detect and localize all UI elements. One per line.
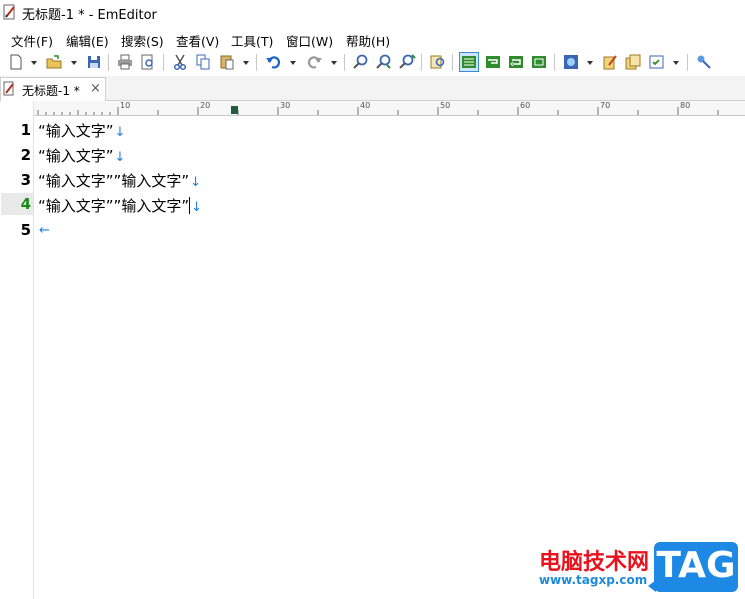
- undo-icon[interactable]: [264, 53, 282, 71]
- text-line[interactable]: “输入文字”↓: [38, 120, 125, 141]
- emeditor-app-icon[interactable]: [3, 4, 17, 20]
- encoding-dropdown-arrow[interactable]: [587, 61, 593, 65]
- menu-file[interactable]: 文件(F): [11, 31, 53, 50]
- line-number: 2: [20, 146, 31, 164]
- cut-icon[interactable]: [171, 53, 189, 71]
- copy-icon[interactable]: [194, 53, 212, 71]
- ruler-mark: 50: [440, 101, 451, 110]
- edit-config-icon[interactable]: [601, 53, 619, 71]
- tab-untitled-1[interactable]: 无标题-1 * ×: [0, 77, 106, 101]
- toolbar-separator: [108, 54, 109, 71]
- toolbar-separator: [344, 54, 345, 71]
- end-of-file-mark-icon: ←: [39, 223, 50, 238]
- newline-mark-icon: ↓: [114, 150, 126, 165]
- open-dropdown-arrow[interactable]: [71, 61, 77, 65]
- ruler-mark: 30: [280, 101, 291, 110]
- redo-icon[interactable]: [306, 53, 324, 71]
- watermark-site-name: 电脑技术网: [539, 550, 650, 575]
- toolbar-separator: [256, 54, 257, 71]
- toolbar-separator: [452, 54, 453, 71]
- word-wrap-none-icon[interactable]: [459, 52, 479, 72]
- new-file-icon[interactable]: [7, 53, 25, 71]
- line-text: “输入文字””输入文字”: [38, 172, 190, 190]
- text-line[interactable]: ←: [38, 220, 50, 238]
- macro-dropdown-arrow[interactable]: [673, 61, 679, 65]
- wrap-by-page-icon[interactable]: [530, 53, 548, 71]
- ruler-caret-marker: [231, 106, 238, 114]
- ruler-mark: 60: [520, 101, 531, 110]
- toolbar-separator: [421, 54, 422, 71]
- newline-mark-icon: ↓: [114, 125, 126, 140]
- line-number: 3: [20, 171, 31, 189]
- open-folder-icon[interactable]: [45, 53, 63, 71]
- title-bar: 无标题-1 * - EmEditor: [0, 0, 745, 26]
- line-number-gutter: 1 2 3 4 5: [0, 101, 34, 599]
- newline-mark-icon: ↓: [190, 175, 201, 190]
- column-ruler: 10 20 30 40 50 60 70 80: [34, 101, 745, 116]
- menu-help[interactable]: 帮助(H): [346, 31, 390, 50]
- current-line-number: 4: [1, 193, 33, 215]
- find-previous-icon[interactable]: [398, 53, 416, 71]
- menu-view[interactable]: 查看(V): [176, 31, 219, 50]
- text-line[interactable]: “输入文字”↓: [38, 145, 125, 166]
- text-line[interactable]: “输入文字””输入文字”↓: [38, 170, 201, 191]
- new-dropdown-arrow[interactable]: [31, 61, 37, 65]
- line-number: 5: [20, 221, 31, 239]
- text-editor-area[interactable]: “输入文字”↓ “输入文字”↓ “输入文字””输入文字”↓ “输入文字””输入文…: [35, 116, 745, 599]
- menu-search[interactable]: 搜索(S): [121, 31, 164, 50]
- toolbar-separator: [554, 54, 555, 71]
- print-preview-icon[interactable]: [139, 53, 157, 71]
- newline-mark-icon: ↓: [191, 200, 202, 215]
- current-text-line[interactable]: “输入文字””输入文字” ↓: [38, 195, 202, 216]
- encoding-icon[interactable]: [562, 53, 580, 71]
- redo-dropdown-arrow[interactable]: [331, 61, 337, 65]
- watermark-tag-logo: TAG: [648, 542, 738, 592]
- document-icon: [3, 81, 16, 96]
- toolbar: [0, 50, 745, 76]
- find-icon[interactable]: [352, 53, 370, 71]
- find-next-icon[interactable]: [375, 53, 393, 71]
- close-tab-icon[interactable]: ×: [90, 81, 101, 96]
- ruler-mark: 70: [600, 101, 611, 110]
- ruler-mark: 10: [120, 101, 131, 110]
- line-text: “输入文字”: [38, 147, 114, 165]
- macro-checklist-icon[interactable]: [648, 53, 666, 71]
- tab-label: 无标题-1 *: [22, 84, 80, 98]
- paste-icon[interactable]: [218, 53, 236, 71]
- text-caret: [189, 197, 191, 214]
- print-icon[interactable]: [116, 53, 134, 71]
- paste-dropdown-arrow[interactable]: [243, 61, 249, 65]
- wrap-by-window-icon[interactable]: [507, 53, 525, 71]
- window-title: 无标题-1 * - EmEditor: [22, 8, 157, 23]
- line-text: “输入文字””输入文字”: [38, 197, 190, 215]
- tag-logo-text: TAG: [656, 545, 736, 586]
- ruler-mark: 40: [360, 101, 371, 110]
- tools-pin-icon[interactable]: [695, 53, 713, 71]
- menu-edit[interactable]: 编辑(E): [66, 31, 109, 50]
- line-text: “输入文字”: [38, 122, 114, 140]
- ruler-mark: 20: [200, 101, 211, 110]
- menu-window[interactable]: 窗口(W): [286, 31, 333, 50]
- config-properties-icon[interactable]: [624, 53, 642, 71]
- save-icon[interactable]: [85, 53, 103, 71]
- find-in-files-icon[interactable]: [429, 53, 447, 71]
- ruler-mark: 80: [680, 101, 691, 110]
- undo-dropdown-arrow[interactable]: [290, 61, 296, 65]
- document-tab-bar: 无标题-1 * ×: [0, 76, 745, 101]
- ruler-ticks: [37, 107, 719, 115]
- wrap-by-chars-icon[interactable]: [484, 53, 502, 71]
- line-number: 1: [20, 121, 31, 139]
- watermark-url: www.tagxp.com: [539, 573, 648, 587]
- toolbar-separator: [163, 54, 164, 71]
- toolbar-separator: [687, 54, 688, 71]
- menu-bar: 文件(F) 编辑(E) 搜索(S) 查看(V) 工具(T) 窗口(W) 帮助(H…: [0, 28, 745, 50]
- menu-tools[interactable]: 工具(T): [231, 31, 273, 50]
